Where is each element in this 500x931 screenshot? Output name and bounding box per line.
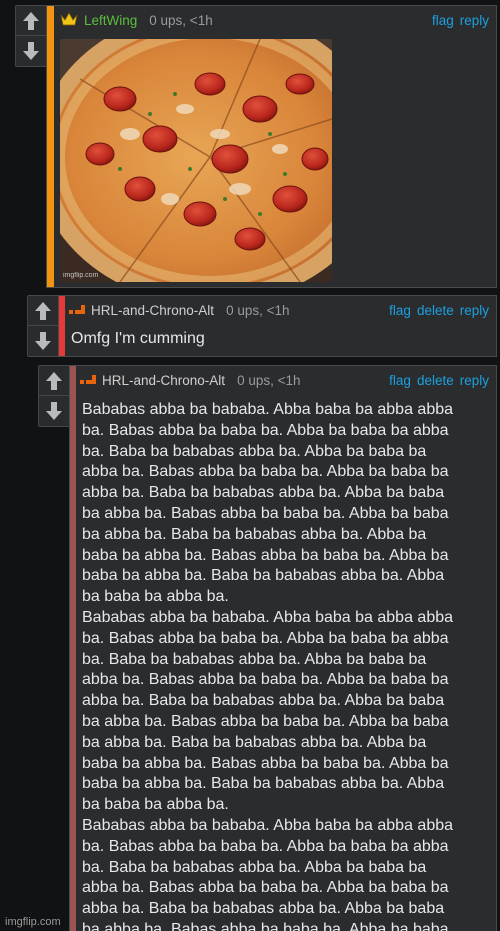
reply-link[interactable]: reply (460, 303, 489, 318)
username[interactable]: HRL-and-Chrono-Alt (91, 303, 214, 318)
comment-text-line: Bababas abba ba bababa. Abba baba ba abb… (82, 608, 454, 626)
vote-box-1 (15, 5, 47, 67)
comment-text-line: Bababas abba ba bababa. Abba baba ba abb… (82, 816, 454, 834)
crown-icon (60, 11, 78, 29)
up-arrow-icon (23, 11, 39, 30)
flag-link[interactable]: flag (389, 373, 411, 388)
vote-box-2 (27, 295, 59, 357)
comment-text-line: baba ba abba ba. Baba ba bababas abba ba… (82, 775, 445, 793)
flag-link[interactable]: flag (432, 13, 454, 28)
delete-link[interactable]: delete (417, 303, 454, 318)
down-arrow-icon (23, 42, 39, 60)
comment-text-line: ba baba ba abba ba. (82, 796, 229, 814)
comment-text-line: ba. Baba ba bababas abba ba. Abba ba bab… (82, 650, 427, 668)
comment-header: HRL-and-Chrono-Alt 0 ups, <1h flag delet… (70, 366, 496, 394)
image-watermark: imgflip.com (63, 272, 99, 279)
username[interactable]: HRL-and-Chrono-Alt (102, 373, 225, 388)
comment-text-line: ba. Baba ba bababas abba ba. Abba ba bab… (82, 442, 427, 460)
comment-text-line: abba ba. Baba ba bababas abba ba. Abba b… (82, 900, 445, 918)
comment-accent-bar (70, 366, 76, 931)
down-arrow-icon (46, 402, 62, 420)
comment-meta: 0 ups, <1h (226, 302, 290, 318)
comment-meta: 0 ups, <1h (237, 372, 301, 388)
vote-box-3 (38, 365, 70, 427)
comment-text: Omfg I'm cumming (71, 330, 205, 347)
downvote-button[interactable] (28, 326, 58, 356)
delete-link[interactable]: delete (417, 373, 454, 388)
comment-leftwing: LeftWing 0 ups, <1h flag reply imgflip.c… (46, 5, 497, 288)
username[interactable]: LeftWing (84, 13, 137, 28)
reply-link[interactable]: reply (460, 373, 489, 388)
down-arrow-icon (35, 332, 51, 350)
comment-text-line: ba abba ba. Babas abba ba baba ba. Abba … (82, 712, 449, 730)
comment-meta: 0 ups, <1h (149, 12, 213, 28)
upvote-button[interactable] (16, 6, 46, 36)
comment-reply-1: HRL-and-Chrono-Alt 0 ups, <1h flag delet… (58, 295, 497, 357)
comment-accent-bar (47, 6, 54, 287)
comment-text-line: ba. Babas abba ba baba ba. Abba ba baba … (82, 421, 449, 439)
comment-text-line: baba ba abba ba. Babas abba ba baba ba. … (82, 546, 449, 564)
comment-text-line: baba ba abba ba. Baba ba bababas abba ba… (82, 567, 445, 585)
comment-text-line: abba ba. Baba ba bababas abba ba. Abba b… (82, 484, 445, 502)
comment-reply-2: HRL-and-Chrono-Alt 0 ups, <1h flag delet… (69, 365, 497, 931)
comment-text-line: abba ba. Babas abba ba baba ba. Abba ba … (82, 879, 449, 897)
pizza-image (60, 39, 332, 282)
flag-link[interactable]: flag (389, 303, 411, 318)
upvote-button[interactable] (28, 296, 58, 326)
up-arrow-icon (35, 301, 51, 320)
comment-text-line: abba ba. Babas abba ba baba ba. Abba ba … (82, 463, 449, 481)
up-arrow-icon (46, 371, 62, 390)
comment-header: HRL-and-Chrono-Alt 0 ups, <1h flag delet… (59, 296, 496, 324)
comment-text-line: ba abba ba. Baba ba bababas abba ba. Abb… (82, 525, 427, 543)
comment-text-line: ba baba ba abba ba. (82, 588, 229, 606)
comment-header: LeftWing 0 ups, <1h flag reply (47, 6, 496, 34)
comment-text-line: ba. Babas abba ba baba ba. Abba ba baba … (82, 837, 449, 855)
comment-text-line: abba ba. Babas abba ba baba ba. Abba ba … (82, 671, 449, 689)
comment-text-line: ba abba ba. Babas abba ba baba ba. Abba … (82, 920, 449, 931)
comment-image[interactable]: imgflip.com (60, 39, 332, 282)
comment-text-line: baba ba abba ba. Babas abba ba baba ba. … (82, 754, 449, 772)
ribbon-icon (69, 304, 85, 316)
reply-link[interactable]: reply (460, 13, 489, 28)
downvote-button[interactable] (16, 36, 46, 66)
downvote-button[interactable] (39, 396, 69, 426)
comment-text-line: ba. Baba ba bababas abba ba. Abba ba bab… (82, 858, 427, 876)
imgflip-watermark: imgflip.com (5, 916, 61, 928)
comment-text-line: Bababas abba ba bababa. Abba baba ba abb… (82, 401, 454, 418)
comment-text-line: abba ba. Baba ba bababas abba ba. Abba b… (82, 692, 445, 710)
comment-text-line: ba abba ba. Babas abba ba baba ba. Abba … (82, 504, 449, 522)
ribbon-icon (80, 374, 96, 386)
comment-text-line: ba abba ba. Baba ba bababas abba ba. Abb… (82, 733, 427, 751)
comment-text-line: ba. Babas abba ba baba ba. Abba ba baba … (82, 629, 449, 647)
comment-text: Bababas abba ba bababa. Abba baba ba abb… (82, 400, 492, 931)
upvote-button[interactable] (39, 366, 69, 396)
